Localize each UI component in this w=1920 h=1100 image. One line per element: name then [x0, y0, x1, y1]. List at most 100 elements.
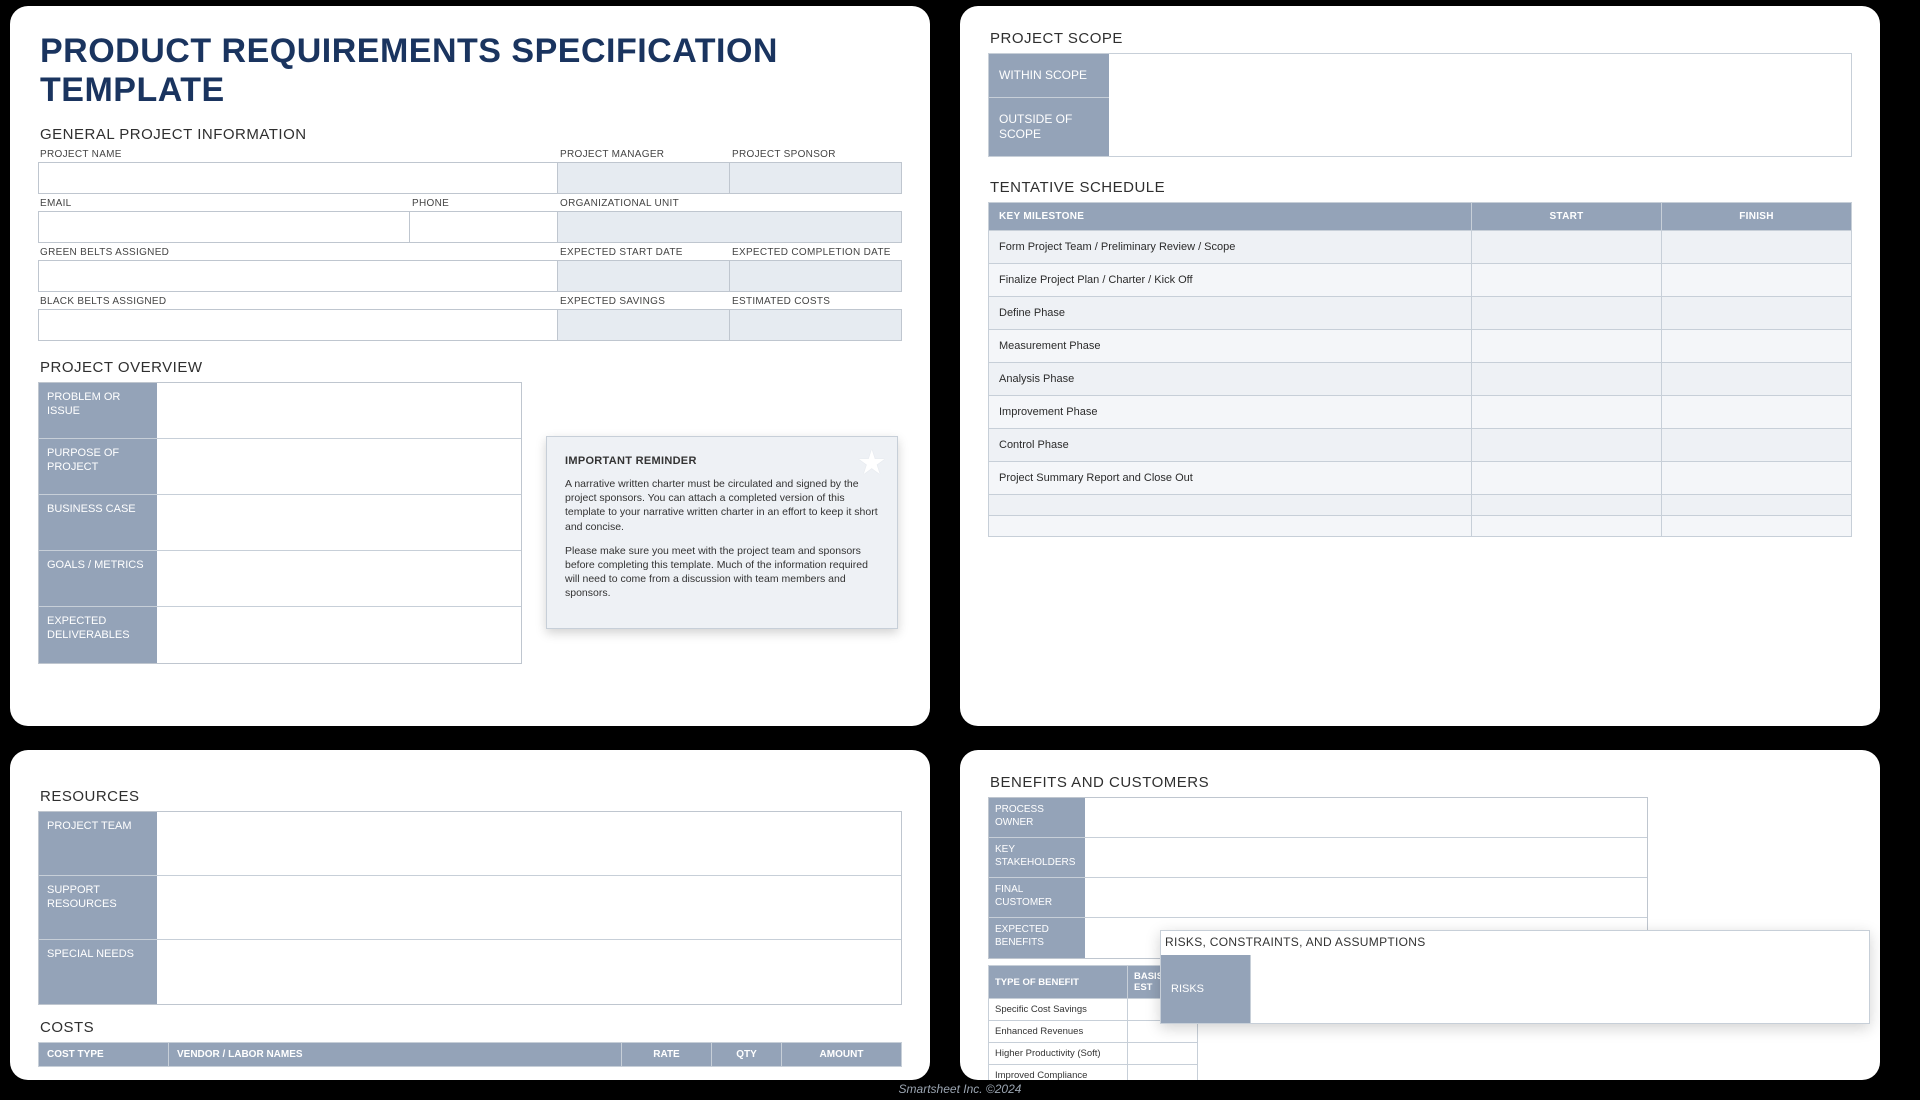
page-bottom-right: BENEFITS AND CUSTOMERS PROCESS OWNER KEY…	[960, 750, 1880, 1080]
costs-col-qty: QTY	[712, 1043, 782, 1067]
sched-r0: Form Project Team / Preliminary Review /…	[989, 231, 1472, 264]
costs-table: COST TYPE VENDOR / LABOR NAMES RATE QTY …	[38, 1042, 902, 1067]
field-estimated-costs[interactable]	[730, 309, 902, 341]
lbl-expected-savings: EXPECTED SAVINGS	[558, 296, 730, 309]
general-heading: GENERAL PROJECT INFORMATION	[40, 126, 902, 143]
gi-phone: PHONE	[410, 198, 558, 243]
gi-expected-completion: EXPECTED COMPLETION DATE	[730, 247, 902, 292]
lbl-phone: PHONE	[410, 198, 558, 211]
gi-project-manager: PROJECT MANAGER	[558, 149, 730, 194]
page-top-right: PROJECT SCOPE WITHIN SCOPE OUTSIDE OF SC…	[960, 6, 1880, 726]
resources-table: PROJECT TEAM SUPPORT RESOURCES SPECIAL N…	[38, 811, 902, 1005]
ov-deliv-l: EXPECTED DELIVERABLES	[39, 607, 157, 663]
field-expected-savings[interactable]	[558, 309, 730, 341]
lbl-estimated-costs: ESTIMATED COSTS	[730, 296, 902, 309]
lbl-green-belts: GREEN BELTS ASSIGNED	[38, 247, 558, 260]
gi-expected-start: EXPECTED START DATE	[558, 247, 730, 292]
lbl-project-name: PROJECT NAME	[38, 149, 558, 162]
table-row: Analysis Phase	[989, 363, 1852, 396]
gi-black-belts: BLACK BELTS ASSIGNED	[38, 296, 558, 341]
sched-r8[interactable]	[989, 495, 1472, 516]
star-icon: ★	[857, 443, 887, 483]
ben-expect-l: EXPECTED BENEFITS	[989, 918, 1085, 958]
field-project-manager[interactable]	[558, 162, 730, 194]
costs-col-vendor: VENDOR / LABOR NAMES	[169, 1043, 622, 1067]
btype-r1: Enhanced Revenues	[989, 1021, 1128, 1043]
ov-bcase-v[interactable]	[157, 495, 521, 551]
lbl-expected-start: EXPECTED START DATE	[558, 247, 730, 260]
table-row	[989, 495, 1852, 516]
field-phone[interactable]	[410, 211, 558, 243]
table-row: Improved Compliance	[989, 1065, 1198, 1081]
gi-project-name: PROJECT NAME	[38, 149, 558, 194]
gi-org-unit: ORGANIZATIONAL UNIT	[558, 198, 902, 243]
sched-r4: Analysis Phase	[989, 363, 1472, 396]
page-bottom-left: RESOURCES PROJECT TEAM SUPPORT RESOURCES…	[10, 750, 930, 1080]
field-email[interactable]	[38, 211, 410, 243]
res-support-l: SUPPORT RESOURCES	[39, 876, 157, 940]
lbl-email: EMAIL	[38, 198, 410, 211]
gi-row-3: GREEN BELTS ASSIGNED EXPECTED START DATE…	[38, 247, 902, 292]
gi-expected-savings: EXPECTED SAVINGS	[558, 296, 730, 341]
sched-r9[interactable]	[989, 516, 1472, 537]
overview-heading: PROJECT OVERVIEW	[40, 359, 902, 376]
sched-body: Form Project Team / Preliminary Review /…	[989, 231, 1852, 537]
ov-bcase-l: BUSINESS CASE	[39, 495, 157, 551]
field-expected-completion[interactable]	[730, 260, 902, 292]
gi-row-2: EMAIL PHONE ORGANIZATIONAL UNIT	[38, 198, 902, 243]
ben-final-v[interactable]	[1085, 878, 1647, 918]
sched-r5: Improvement Phase	[989, 396, 1472, 429]
gi-project-sponsor: PROJECT SPONSOR	[730, 149, 902, 194]
ov-problem-v[interactable]	[157, 383, 521, 439]
resources-heading: RESOURCES	[40, 788, 902, 805]
costs-col-amount: AMOUNT	[782, 1043, 902, 1067]
overview-table: PROBLEM OR ISSUE PURPOSE OF PROJECT BUSI…	[38, 382, 522, 664]
ben-owner-v[interactable]	[1085, 798, 1647, 838]
risks-card: RISKS, CONSTRAINTS, AND ASSUMPTIONS RISK…	[1160, 930, 1870, 1024]
ben-stake-v[interactable]	[1085, 838, 1647, 878]
table-row	[989, 516, 1852, 537]
scope-table: WITHIN SCOPE OUTSIDE OF SCOPE	[988, 53, 1852, 157]
res-support-v[interactable]	[157, 876, 901, 940]
scope-within-l: WITHIN SCOPE	[989, 54, 1109, 98]
res-team-v[interactable]	[157, 812, 901, 876]
table-row: Define Phase	[989, 297, 1852, 330]
table-row: Control Phase	[989, 429, 1852, 462]
scope-values[interactable]	[1109, 54, 1851, 156]
schedule-heading: TENTATIVE SCHEDULE	[990, 179, 1852, 196]
ov-deliv-v[interactable]	[157, 607, 521, 663]
gi-row-4: BLACK BELTS ASSIGNED EXPECTED SAVINGS ES…	[38, 296, 902, 341]
field-project-sponsor[interactable]	[730, 162, 902, 194]
reminder-p1: A narrative written charter must be circ…	[565, 477, 879, 534]
scope-outside-l: OUTSIDE OF SCOPE	[989, 98, 1109, 156]
reminder-p2: Please make sure you meet with the proje…	[565, 544, 879, 601]
table-row: Form Project Team / Preliminary Review /…	[989, 231, 1852, 264]
lbl-org-unit: ORGANIZATIONAL UNIT	[558, 198, 902, 211]
ov-problem-l: PROBLEM OR ISSUE	[39, 383, 157, 439]
btype-col-type: TYPE OF BENEFIT	[989, 966, 1128, 999]
sched-col-milestone: KEY MILESTONE	[989, 203, 1472, 231]
risks-row1-v[interactable]	[1251, 955, 1869, 1023]
lbl-project-manager: PROJECT MANAGER	[558, 149, 730, 162]
field-black-belts[interactable]	[38, 309, 558, 341]
field-expected-start[interactable]	[558, 260, 730, 292]
ov-goals-l: GOALS / METRICS	[39, 551, 157, 607]
field-project-name[interactable]	[38, 162, 558, 194]
costs-col-rate: RATE	[622, 1043, 712, 1067]
ov-purpose-l: PURPOSE OF PROJECT	[39, 439, 157, 495]
res-special-v[interactable]	[157, 940, 901, 1004]
sched-r6: Control Phase	[989, 429, 1472, 462]
schedule-table: KEY MILESTONE START FINISH Form Project …	[988, 202, 1852, 537]
gi-estimated-costs: ESTIMATED COSTS	[730, 296, 902, 341]
ov-goals-v[interactable]	[157, 551, 521, 607]
btype-r2: Higher Productivity (Soft)	[989, 1043, 1128, 1065]
sched-r1: Finalize Project Plan / Charter / Kick O…	[989, 264, 1472, 297]
lbl-expected-completion: EXPECTED COMPLETION DATE	[730, 247, 902, 260]
table-row: Finalize Project Plan / Charter / Kick O…	[989, 264, 1852, 297]
res-team-l: PROJECT TEAM	[39, 812, 157, 876]
field-green-belts[interactable]	[38, 260, 558, 292]
table-row: Higher Productivity (Soft)	[989, 1043, 1198, 1065]
page-top-left: PRODUCT REQUIREMENTS SPECIFICATION TEMPL…	[10, 6, 930, 726]
field-org-unit[interactable]	[558, 211, 902, 243]
ov-purpose-v[interactable]	[157, 439, 521, 495]
